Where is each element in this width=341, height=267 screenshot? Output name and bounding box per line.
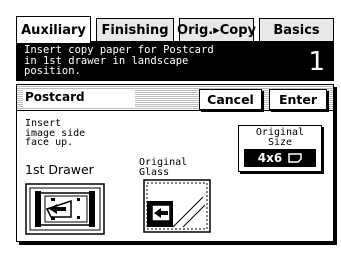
postcard-panel: Postcard Cancel Enter Insert image side … [16, 84, 334, 242]
original-size-button[interactable]: Original Size 4x6 [238, 125, 322, 172]
copier-touch-screen: Auxiliary Finishing Orig.▸Copy Basics In… [0, 0, 341, 267]
copy-count: 1 [308, 47, 325, 77]
enter-button[interactable]: Enter [269, 89, 327, 110]
original-size-text: 4x6 [257, 151, 283, 165]
landscape-card-icon [288, 153, 302, 163]
drawer-label: 1st Drawer [25, 162, 94, 177]
tab-basics[interactable]: Basics [259, 18, 334, 42]
tab-bar: Auxiliary Finishing Orig.▸Copy Basics [16, 16, 334, 43]
message-bar: Insert copy paper for Postcard in 1st dr… [16, 41, 334, 81]
original-size-label: Original Size [255, 127, 305, 148]
cancel-button[interactable]: Cancel [199, 89, 262, 110]
tab-orig-copy[interactable]: Orig.▸Copy [177, 18, 256, 42]
panel-header: Postcard Cancel Enter [17, 85, 333, 111]
glass-label: Original Glass [139, 157, 188, 178]
tab-auxiliary[interactable]: Auxiliary [16, 16, 91, 43]
instruction-text: Insert image side face up. [25, 118, 86, 148]
drawer-feed-illustration [25, 183, 105, 235]
message-text: Insert copy paper for Postcard in 1st dr… [24, 44, 214, 77]
original-size-value: 4x6 [244, 149, 316, 167]
tab-finishing[interactable]: Finishing [96, 18, 174, 42]
glass-placement-illustration [143, 179, 211, 233]
panel-title: Postcard [23, 89, 135, 107]
